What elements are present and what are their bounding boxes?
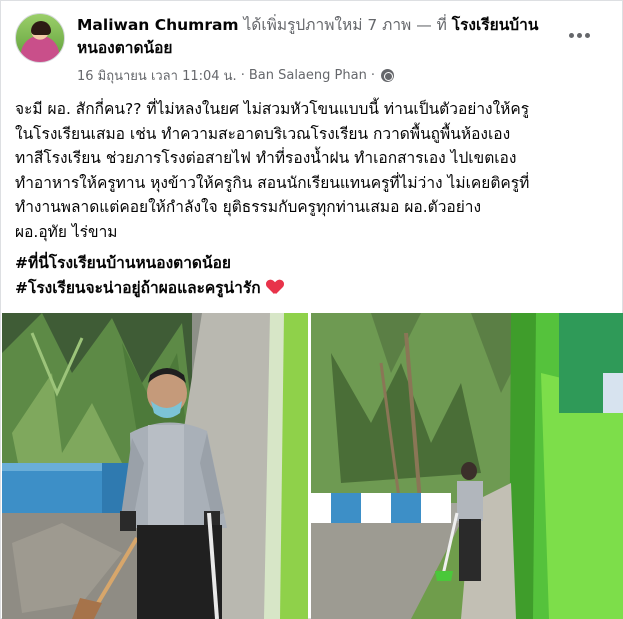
facebook-post-card: Maliwan Chumram ได้เพิ่มรูปภาพใหม่ 7 ภาพ…: [0, 0, 623, 619]
photo-image: [2, 313, 308, 619]
post-photo-1[interactable]: [2, 313, 308, 619]
post-meta: 16 มิถุนายน เวลา 11:04 น. · Ban Salaeng …: [77, 65, 394, 86]
meta-separator: ·: [370, 68, 375, 83]
hashtag-link[interactable]: #ที่นี่โรงเรียนบ้านหนองตาดน้อย: [15, 254, 231, 272]
post-header: Maliwan Chumram ได้เพิ่มรูปภาพใหม่ 7 ภาพ…: [77, 14, 559, 60]
author-avatar[interactable]: [15, 13, 65, 63]
post-body-text: จะมี ผอ. สักกี่คน?? ที่ไม่หลงในยศ ไม่สวม…: [15, 100, 530, 241]
hashtags: #ที่นี่โรงเรียนบ้านหนองตาดน้อย #โรงเรียน…: [15, 251, 283, 300]
post-photo-2[interactable]: [311, 313, 623, 619]
more-options-icon[interactable]: [563, 23, 595, 47]
photo-image: [311, 313, 623, 619]
post-action-text: ได้เพิ่มรูปภาพใหม่ 7 ภาพ — ที่: [243, 16, 447, 34]
author-name-link[interactable]: Maliwan Chumram: [77, 16, 239, 34]
heart-emoji: [267, 280, 283, 295]
meta-separator: ·: [240, 68, 245, 83]
post-timestamp-link[interactable]: 16 มิถุนายน เวลา 11:04 น.: [77, 65, 237, 86]
hashtag-link[interactable]: #โรงเรียนจะน่าอยู่ถ้าผอและครูน่ารัก: [15, 279, 261, 297]
globe-icon[interactable]: [380, 69, 394, 82]
location-link[interactable]: Ban Salaeng Phan: [249, 68, 367, 83]
